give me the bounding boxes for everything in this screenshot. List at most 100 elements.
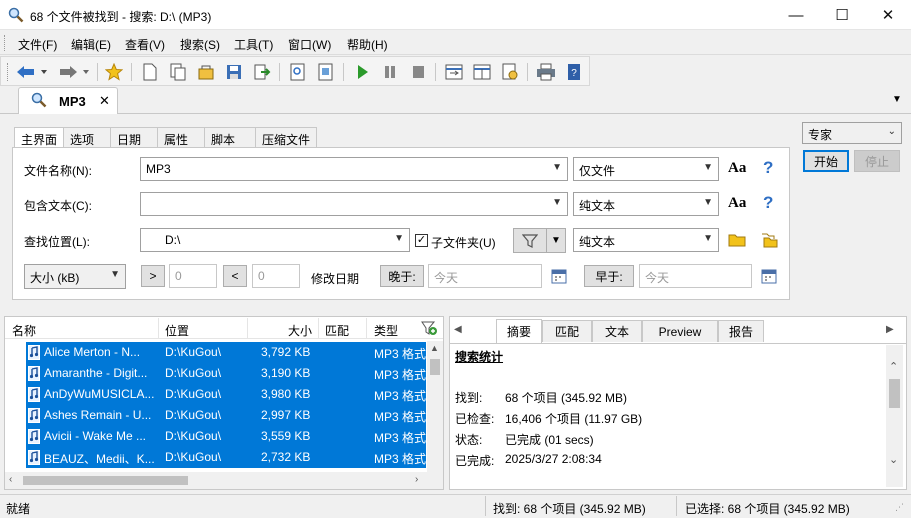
copy-icon[interactable] bbox=[167, 61, 189, 83]
table-row[interactable]: Ashes Remain - U... D:\KuGou\ 2,997 KB MP3 … bbox=[26, 405, 426, 426]
minimize-icon[interactable]: — bbox=[773, 0, 819, 30]
menu-window[interactable]: 窗口(W) bbox=[288, 36, 331, 53]
scroll-thumb[interactable] bbox=[889, 379, 900, 408]
size-unit-select[interactable]: 大小 (kB) ▼ bbox=[24, 264, 126, 289]
tab-list-dropdown-icon[interactable]: ▼ bbox=[892, 94, 902, 105]
size-min-input[interactable]: 0 bbox=[169, 264, 217, 288]
tab-date[interactable]: 日期 bbox=[110, 127, 158, 148]
help-icon[interactable]: ? bbox=[763, 193, 773, 213]
menu-file[interactable]: 文件(F) bbox=[18, 36, 57, 53]
after-button[interactable]: 晚于: bbox=[380, 265, 424, 287]
before-date-input[interactable]: 今天 bbox=[639, 264, 752, 288]
chevron-up-icon[interactable]: ▲ bbox=[430, 343, 439, 353]
column-type[interactable]: 类型 bbox=[374, 322, 398, 344]
chevron-down-icon[interactable]: ⌄ bbox=[889, 453, 898, 466]
column-match[interactable]: 匹配 bbox=[325, 322, 349, 344]
stop-button[interactable]: 停止 bbox=[854, 150, 900, 172]
tab-main[interactable]: 主界面 bbox=[14, 127, 64, 149]
chevron-down-icon[interactable]: ▼ bbox=[552, 162, 562, 173]
help-icon[interactable]: ? bbox=[763, 158, 773, 178]
table-row[interactable]: AnDyWuMUSICLA... D:\KuGou\ 3,980 KB MP3 格式 bbox=[26, 384, 426, 405]
filename-mode-select[interactable]: 仅文件 ▼ bbox=[573, 157, 719, 181]
favorite-star-icon[interactable] bbox=[103, 61, 125, 83]
export-icon[interactable] bbox=[251, 61, 273, 83]
calendar-icon[interactable] bbox=[761, 268, 777, 287]
filename-input[interactable]: MP3 ▼ bbox=[140, 157, 568, 181]
case-sensitive-icon[interactable]: Aa bbox=[728, 195, 746, 212]
after-date-input[interactable]: 今天 bbox=[428, 264, 542, 288]
table-row[interactable]: Amaranthe - Digit... D:\KuGou\ 3,190 KB MP3… bbox=[26, 363, 426, 384]
forward-icon[interactable] bbox=[55, 61, 93, 83]
browse-folder-icon[interactable] bbox=[728, 232, 746, 251]
menu-search[interactable]: 搜索(S) bbox=[180, 36, 220, 53]
close-tab-icon[interactable]: ✕ bbox=[99, 93, 110, 109]
column-location[interactable]: 位置 bbox=[165, 322, 189, 344]
start-button[interactable]: 开始 bbox=[803, 150, 849, 172]
tab-text[interactable]: 文本 bbox=[592, 320, 642, 342]
chevron-down-icon[interactable]: ▼ bbox=[394, 233, 404, 244]
back-icon[interactable] bbox=[13, 61, 51, 83]
tab-preview[interactable]: Preview bbox=[642, 320, 718, 342]
help-book-icon[interactable]: ? bbox=[563, 61, 585, 83]
location-input[interactable]: D:\ ▼ bbox=[140, 228, 410, 252]
results-vertical-scrollbar[interactable]: ▲ bbox=[427, 341, 443, 472]
stop-icon[interactable] bbox=[407, 61, 429, 83]
menu-tools[interactable]: 工具(T) bbox=[234, 36, 273, 53]
column-size[interactable]: 大小 bbox=[288, 322, 312, 344]
details-vertical-scrollbar[interactable]: ⌃ ⌄ bbox=[886, 345, 903, 487]
less-than-button[interactable]: < bbox=[223, 265, 247, 287]
calendar-icon[interactable] bbox=[551, 268, 567, 287]
search-doc-icon[interactable] bbox=[287, 61, 309, 83]
preview-icon[interactable] bbox=[315, 61, 337, 83]
chevron-down-icon[interactable]: ▼ bbox=[552, 197, 562, 208]
tab-report[interactable]: 报告 bbox=[718, 320, 764, 342]
menu-help[interactable]: 帮助(H) bbox=[347, 36, 388, 53]
size-max-input[interactable]: 0 bbox=[252, 264, 300, 288]
table-row[interactable]: BEAUZ、Medii、K... D:\KuGou\ 2,732 KB MP3 格式 bbox=[26, 447, 426, 468]
layout-icon[interactable] bbox=[443, 61, 465, 83]
mode-select[interactable]: 专家 ⌄ bbox=[802, 122, 902, 144]
open-lock-icon[interactable] bbox=[195, 61, 217, 83]
subfolders-checkbox[interactable]: ✓ bbox=[415, 234, 428, 247]
chevron-up-icon[interactable]: ⌃ bbox=[889, 360, 898, 373]
chevron-right-icon[interactable]: ▶ bbox=[886, 324, 894, 335]
location-mode-select[interactable]: 纯文本 ▼ bbox=[573, 228, 719, 252]
table-row[interactable]: Alice Merton - N... D:\KuGou\ 3,792 KB MP3 … bbox=[26, 342, 426, 363]
table-row[interactable]: Avicii - Wake Me ... D:\KuGou\ 3,559 KB MP3… bbox=[26, 426, 426, 447]
column-name[interactable]: 名称 bbox=[12, 322, 36, 344]
tab-options[interactable]: 选项 bbox=[63, 127, 111, 148]
filter-dropdown-icon[interactable]: ▼ bbox=[546, 228, 566, 253]
content-input[interactable]: ▼ bbox=[140, 192, 568, 216]
tab-archives[interactable]: 压缩文件 bbox=[255, 127, 317, 148]
content-mode-select[interactable]: 纯文本 ▼ bbox=[573, 192, 719, 216]
folder-options-icon[interactable] bbox=[761, 232, 779, 251]
results-horizontal-scrollbar[interactable]: ‹ › bbox=[5, 472, 443, 489]
menu-view[interactable]: 查看(V) bbox=[125, 36, 165, 53]
case-sensitive-icon[interactable]: Aa bbox=[728, 160, 746, 177]
print-icon[interactable] bbox=[535, 61, 557, 83]
scroll-thumb[interactable] bbox=[430, 359, 440, 375]
save-icon[interactable] bbox=[223, 61, 245, 83]
chevron-left-icon[interactable]: ‹ bbox=[9, 474, 12, 485]
play-icon[interactable] bbox=[351, 61, 373, 83]
before-button[interactable]: 早于: bbox=[584, 265, 634, 287]
scroll-thumb[interactable] bbox=[23, 476, 188, 485]
tab-summary[interactable]: 摘要 bbox=[496, 319, 542, 343]
tab-matches[interactable]: 匹配 bbox=[542, 320, 592, 342]
chevron-left-icon[interactable]: ◀ bbox=[454, 324, 462, 335]
tab-attributes[interactable]: 属性 bbox=[157, 127, 205, 148]
settings-doc-icon[interactable] bbox=[499, 61, 521, 83]
columns-icon[interactable] bbox=[471, 61, 493, 83]
chevron-right-icon[interactable]: › bbox=[415, 474, 418, 485]
greater-than-button[interactable]: > bbox=[141, 265, 165, 287]
tab-script[interactable]: 脚本 bbox=[204, 127, 256, 148]
filter-button[interactable] bbox=[513, 228, 547, 253]
pause-icon[interactable] bbox=[379, 61, 401, 83]
maximize-icon[interactable]: ☐ bbox=[819, 0, 865, 30]
column-filter-icon[interactable] bbox=[421, 320, 437, 339]
menu-edit[interactable]: 编辑(E) bbox=[71, 36, 111, 53]
close-icon[interactable]: ✕ bbox=[865, 0, 911, 30]
new-file-icon[interactable] bbox=[139, 61, 161, 83]
tab-mp3[interactable]: MP3 ✕ bbox=[18, 87, 118, 114]
resize-grip-icon[interactable]: ⋰ bbox=[895, 502, 904, 513]
